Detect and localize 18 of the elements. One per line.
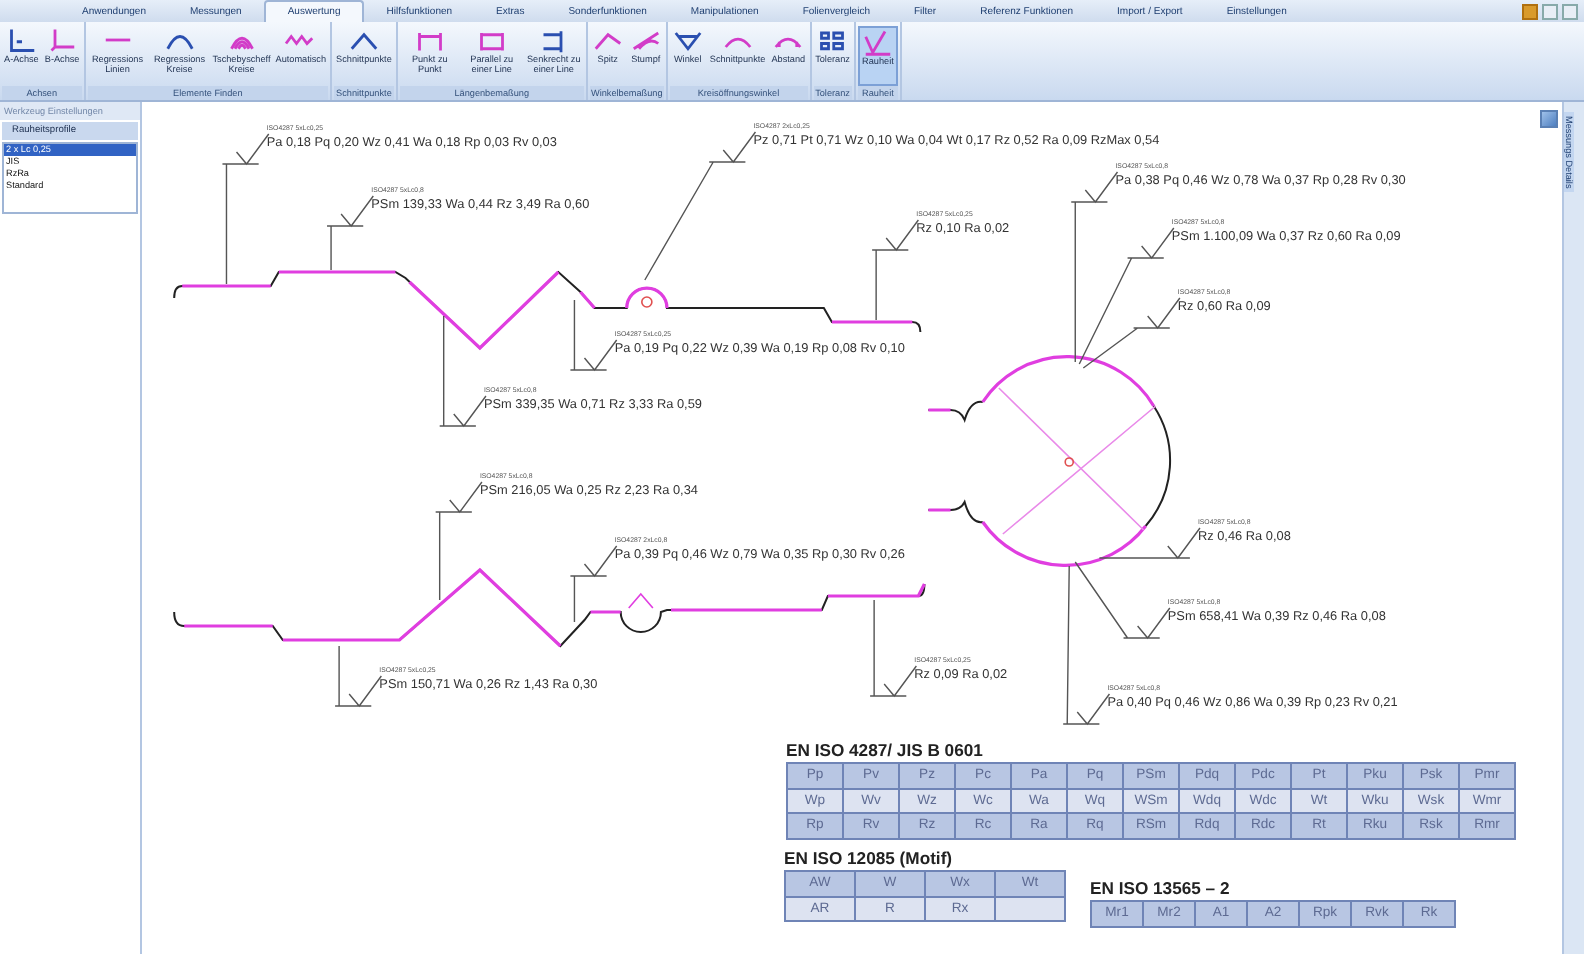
standard-title: EN ISO 4287/ JIS B 0601 <box>786 740 985 760</box>
grid-icon <box>816 26 849 54</box>
roughness-symbol-icon <box>861 28 894 56</box>
leader-line <box>569 545 618 623</box>
picture-icon[interactable] <box>1540 110 1558 128</box>
standard-title: EN ISO 13565 – 2 <box>1090 878 1232 898</box>
leader-line <box>871 219 920 321</box>
leader-line <box>434 481 483 601</box>
standard-title: EN ISO 12085 (Motif) <box>784 848 955 868</box>
axis-icon <box>5 26 38 54</box>
leader-line <box>439 315 487 428</box>
leader-line <box>869 599 918 698</box>
leader-line <box>334 645 383 708</box>
angle-icon <box>629 26 662 54</box>
leader-line <box>326 195 374 271</box>
axis-icon <box>46 26 79 54</box>
angle-icon <box>671 26 704 54</box>
leader-line <box>569 299 618 372</box>
